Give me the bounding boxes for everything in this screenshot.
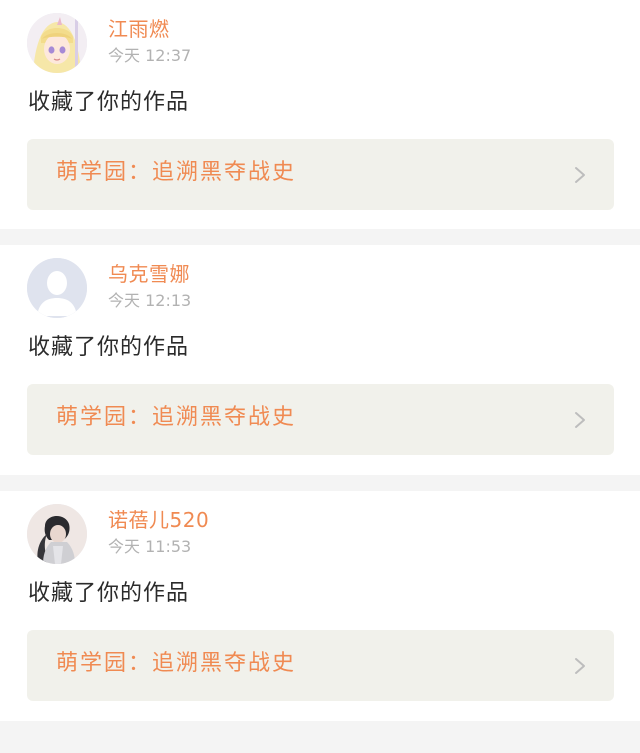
chevron-right-icon — [575, 658, 585, 674]
work-title: 萌学园：追溯黑夺战史 — [56, 160, 297, 185]
avatar[interactable] — [27, 258, 87, 318]
username[interactable]: 乌克雪娜 — [108, 262, 190, 286]
anime-girl-avatar-icon — [27, 13, 87, 73]
chevron-right-icon — [575, 412, 585, 428]
action-text: 收藏了你的作品 — [28, 90, 190, 115]
timestamp: 今天 11:53 — [108, 537, 192, 556]
timestamp: 今天 12:37 — [108, 46, 192, 65]
timestamp: 今天 12:13 — [108, 291, 192, 310]
work-link-card[interactable]: 萌学园：追溯黑夺战史 — [27, 630, 614, 701]
username[interactable]: 诺蓓儿520 — [108, 508, 209, 532]
username[interactable]: 江雨燃 — [108, 17, 170, 41]
action-text: 收藏了你的作品 — [28, 335, 190, 360]
notification-card: 诺蓓儿520 今天 11:53 收藏了你的作品 萌学园：追溯黑夺战史 — [0, 491, 640, 721]
notification-feed: 江雨燃 今天 12:37 收藏了你的作品 萌学园：追溯黑夺战史 乌克雪娜 今天 … — [0, 0, 640, 721]
chevron-right-icon — [575, 167, 585, 183]
avatar[interactable] — [27, 504, 87, 564]
avatar[interactable] — [27, 13, 87, 73]
photo-avatar-icon — [27, 504, 87, 564]
action-text: 收藏了你的作品 — [28, 581, 190, 606]
notification-card: 乌克雪娜 今天 12:13 收藏了你的作品 萌学园：追溯黑夺战史 — [0, 245, 640, 475]
work-link-card[interactable]: 萌学园：追溯黑夺战史 — [27, 139, 614, 210]
work-title: 萌学园：追溯黑夺战史 — [56, 651, 297, 676]
work-link-card[interactable]: 萌学园：追溯黑夺战史 — [27, 384, 614, 455]
notification-card: 江雨燃 今天 12:37 收藏了你的作品 萌学园：追溯黑夺战史 — [0, 0, 640, 229]
work-title: 萌学园：追溯黑夺战史 — [56, 405, 297, 430]
default-user-avatar-icon — [27, 258, 87, 318]
